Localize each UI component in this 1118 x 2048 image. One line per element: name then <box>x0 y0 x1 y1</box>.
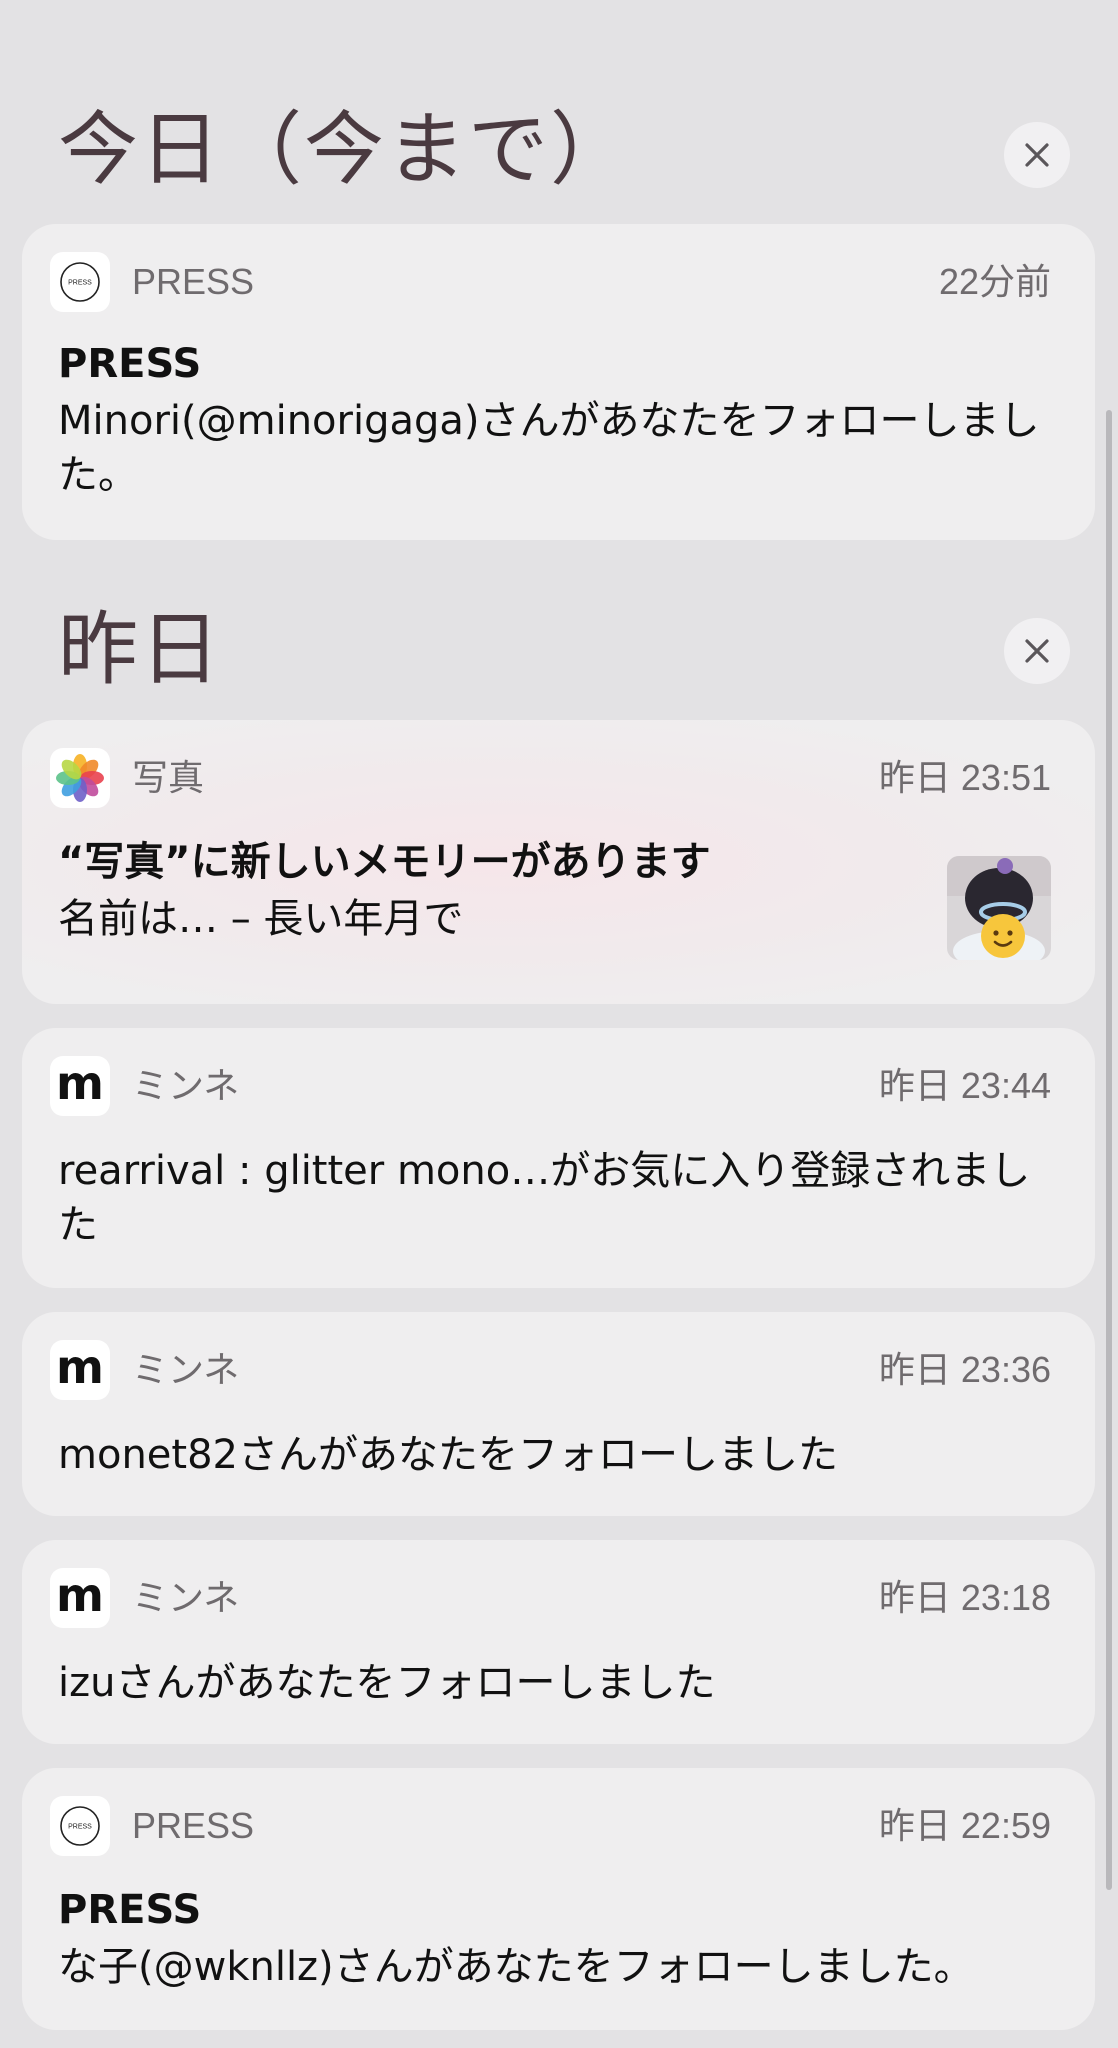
notification-title: “写真”に新しいメモリーがあります <box>58 839 711 885</box>
svg-text:PRESS: PRESS <box>68 1824 92 1831</box>
app-name: ミンネ <box>132 1065 240 1106</box>
notification-title: PRESS <box>58 341 202 387</box>
close-icon <box>1025 143 1049 167</box>
notification-body: な子(@wknllz)さんがあなたをフォローしました。 <box>58 1944 974 1990</box>
scrollbar[interactable] <box>1106 410 1112 1890</box>
notification-card[interactable]: m ミンネ 昨日 23:18 izuさんがあなたをフォローしました <box>22 1540 1095 1744</box>
notification-card[interactable]: m ミンネ 昨日 23:36 monet82さんがあなたをフォローしました <box>22 1312 1095 1516</box>
notification-header: m ミンネ 昨日 23:18 <box>50 1568 1051 1628</box>
notification-header: m ミンネ 昨日 23:36 <box>50 1340 1051 1400</box>
notification-title: PRESS <box>58 1887 202 1933</box>
notification-body: 名前は… – 長い年月で <box>58 896 464 942</box>
notification-body: rearrival : glitter mono…がお気に入り登録されました <box>58 1148 1031 1248</box>
notification-card[interactable]: PRESS PRESS 22分前 PRESS Minori(@minorigag… <box>22 224 1095 540</box>
notification-center: 今日（今まで） PRESS PRESS 22分前 PRESS Minori(@m… <box>0 0 1118 2048</box>
minne-icon: m <box>50 1340 110 1400</box>
app-name: ミンネ <box>132 1577 240 1618</box>
notification-time: 昨日 23:44 <box>878 1065 1051 1106</box>
app-name: PRESS <box>132 261 255 302</box>
clear-section-button[interactable] <box>1004 618 1070 684</box>
section-header-today: 今日（今まで） <box>0 100 1118 220</box>
notification-body: izuさんがあなたをフォローしました <box>58 1660 716 1706</box>
notification-time: 昨日 23:18 <box>878 1577 1051 1618</box>
minne-icon: m <box>50 1056 110 1116</box>
notification-body: monet82さんがあなたをフォローしました <box>58 1432 838 1478</box>
svg-text:PRESS: PRESS <box>68 280 92 287</box>
memory-thumbnail <box>947 856 1051 960</box>
press-logo-icon: PRESS <box>50 1796 110 1856</box>
minne-icon: m <box>50 1568 110 1628</box>
notification-card[interactable]: PRESS PRESS 昨日 22:59 PRESS な子(@wknllz)さん… <box>22 1768 1095 2030</box>
notification-header: PRESS PRESS 昨日 22:59 <box>50 1796 1051 1856</box>
notification-time: 昨日 23:51 <box>878 757 1051 798</box>
notification-time: 昨日 23:36 <box>878 1349 1051 1390</box>
notification-header: m ミンネ 昨日 23:44 <box>50 1056 1051 1116</box>
section-title: 昨日 <box>58 603 222 696</box>
notification-header: PRESS PRESS 22分前 <box>50 252 1051 312</box>
notification-time: 昨日 22:59 <box>878 1805 1051 1846</box>
photos-icon <box>50 748 110 808</box>
notification-card[interactable]: 写真 昨日 23:51 “写真”に新しいメモリーがあります 名前は… – 長い年… <box>22 720 1095 1004</box>
press-logo-icon: PRESS <box>50 252 110 312</box>
notification-time: 22分前 <box>938 261 1051 302</box>
section-title: 今日（今まで） <box>58 103 632 196</box>
clear-section-button[interactable] <box>1004 122 1070 188</box>
notification-card[interactable]: m ミンネ 昨日 23:44 rearrival : glitter mono…… <box>22 1028 1095 1288</box>
app-name: ミンネ <box>132 1349 240 1390</box>
app-name: PRESS <box>132 1805 255 1846</box>
close-icon <box>1025 639 1049 663</box>
notification-header: 写真 昨日 23:51 <box>50 748 1051 808</box>
app-name: 写真 <box>132 757 205 798</box>
notification-body: Minori(@minorigaga)さんがあなたをフォローしました。 <box>58 398 1040 498</box>
section-header-yesterday: 昨日 <box>0 600 1118 720</box>
